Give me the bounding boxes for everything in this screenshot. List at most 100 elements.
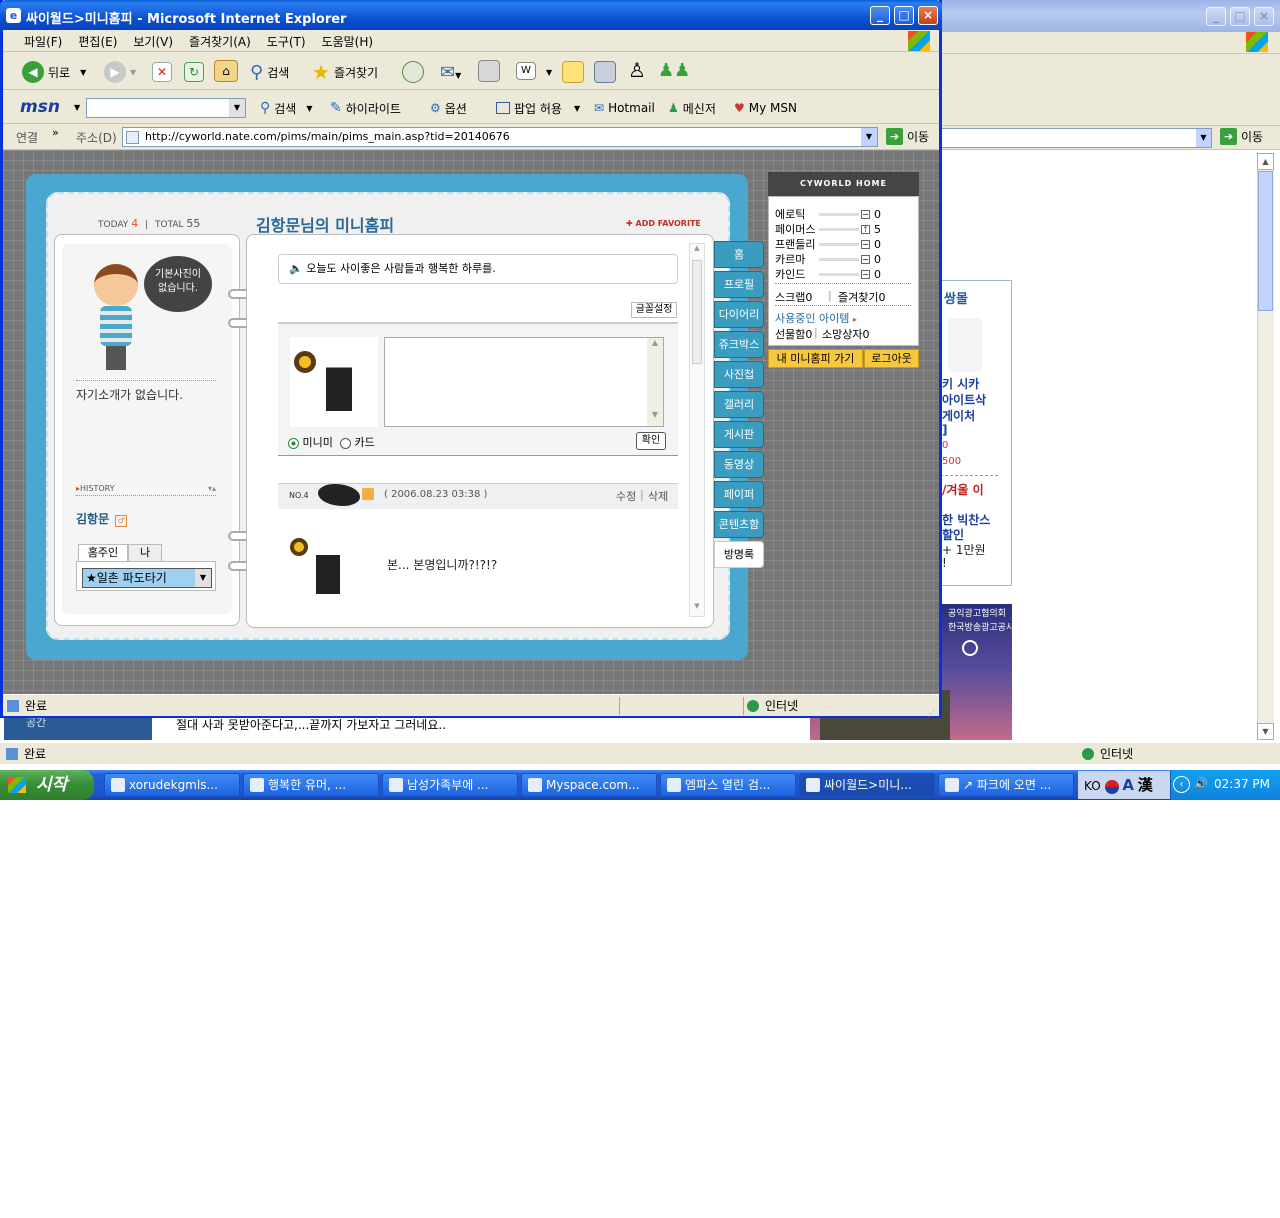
stop-icon[interactable]: ✕ bbox=[152, 62, 172, 82]
tray-chevron-icon[interactable]: ‹ bbox=[1173, 776, 1190, 793]
menu-help[interactable]: 도움말(H) bbox=[322, 33, 374, 51]
menu-edit[interactable]: 편집(E) bbox=[78, 33, 117, 51]
go-button[interactable]: ➔ 이동 bbox=[886, 128, 929, 145]
bg-product-line-4[interactable]: ] bbox=[942, 423, 947, 437]
mail-icon[interactable]: ✉▼ bbox=[440, 62, 461, 83]
tab-video[interactable]: 동영상 bbox=[714, 451, 764, 478]
highlight-button[interactable]: ✎ 하이라이트 bbox=[330, 94, 401, 122]
right-scroll-up[interactable]: ▲ bbox=[690, 244, 704, 258]
ie-titlebar[interactable]: e 싸이월드>미니홈피 - Microsoft Internet Explore… bbox=[0, 0, 942, 32]
items-in-use-link[interactable]: 사용중인 아이템 ▸ bbox=[775, 310, 857, 326]
textarea-scroll-up[interactable]: ▲ bbox=[647, 338, 663, 354]
ime-a[interactable]: A bbox=[1122, 776, 1134, 794]
tab-guestbook[interactable]: 방명록 bbox=[714, 541, 764, 568]
popup-dropdown-icon[interactable]: ▼ bbox=[574, 104, 580, 113]
maximize-button[interactable]: □ bbox=[894, 6, 914, 25]
gifts-link[interactable]: 선물함0 bbox=[775, 326, 812, 342]
radio-card[interactable]: 카드 bbox=[340, 434, 375, 450]
note-icon[interactable] bbox=[562, 61, 584, 83]
tab-contents[interactable]: 콘텐츠함 bbox=[714, 511, 764, 538]
hotmail-button[interactable]: ✉ Hotmail bbox=[594, 94, 655, 122]
menu-tools[interactable]: 도구(T) bbox=[267, 33, 306, 51]
msn-logo[interactable]: msn bbox=[20, 97, 60, 117]
print-icon[interactable] bbox=[478, 60, 500, 82]
research-icon[interactable] bbox=[594, 61, 616, 83]
radio-minimi[interactable]: 미니미 bbox=[288, 434, 333, 450]
msn-dropdown-icon[interactable]: ▼ bbox=[74, 103, 80, 112]
bg-product-line-2[interactable]: 아이트삭 bbox=[942, 391, 986, 408]
msn-search-button[interactable]: ⚲ 검색 ▼ bbox=[260, 94, 313, 122]
right-page-scrollbar[interactable]: ▲ ▼ bbox=[689, 243, 705, 617]
favorites-button[interactable]: ★ 즐겨찾기 bbox=[312, 58, 378, 86]
ime-hanja[interactable]: 漢 bbox=[1138, 776, 1153, 794]
taskbar-item-7[interactable]: ↗ 파크에 오면 ... bbox=[938, 773, 1074, 797]
menu-view[interactable]: 보기(V) bbox=[133, 33, 173, 51]
close-button[interactable]: × bbox=[918, 6, 938, 25]
taskbar-item-2[interactable]: 행복한 유머, ... bbox=[243, 773, 379, 797]
msn-search-dropdown-icon[interactable]: ▼ bbox=[306, 104, 312, 113]
messenger-button[interactable]: ♟ 메신저 bbox=[668, 94, 716, 122]
entry-edit[interactable]: 수정 bbox=[616, 488, 636, 504]
right-scroll-thumb[interactable] bbox=[692, 260, 702, 364]
bg-product-line-3[interactable]: 게이처 bbox=[942, 407, 975, 424]
links-label[interactable]: 연결 bbox=[16, 129, 38, 146]
refresh-icon[interactable]: ↻ bbox=[184, 62, 204, 82]
go-my-homepage-button[interactable]: 내 미니홈피 가기 bbox=[768, 349, 863, 368]
entry-delete[interactable]: 삭제 bbox=[648, 488, 668, 504]
back-button[interactable]: ◀ 뒤로 ▼ bbox=[22, 58, 86, 86]
bg-close-button[interactable]: × bbox=[1254, 7, 1274, 26]
tab-me[interactable]: 나 bbox=[128, 544, 162, 562]
tab-photo[interactable]: 사진첩 bbox=[714, 361, 764, 388]
tab-profile[interactable]: 프로필 bbox=[714, 271, 764, 298]
wishes-link[interactable]: 소망상자0 bbox=[822, 326, 869, 342]
address-dropdown[interactable]: ▼ bbox=[861, 128, 877, 146]
history-icon[interactable] bbox=[402, 61, 424, 83]
volume-icon[interactable]: 🔊 bbox=[1194, 777, 1208, 790]
forward-button[interactable]: ▶ ▼ bbox=[104, 58, 136, 86]
taskbar-item-6[interactable]: 싸이월드>미니... bbox=[799, 773, 935, 797]
textarea-scrollbar[interactable]: ▲ ▼ bbox=[647, 338, 663, 426]
edit-dropdown-icon[interactable]: ▼ bbox=[546, 68, 552, 77]
forward-dropdown-icon[interactable]: ▼ bbox=[130, 68, 136, 77]
msn-search-dropdown[interactable]: ▼ bbox=[229, 99, 245, 117]
taskbar-item-4[interactable]: Myspace.com... bbox=[521, 773, 657, 797]
right-scroll-down[interactable]: ▼ bbox=[690, 602, 704, 616]
tab-board[interactable]: 게시판 bbox=[714, 421, 764, 448]
menu-file[interactable]: 파일(F) bbox=[24, 33, 62, 51]
home-icon[interactable]: ⌂ bbox=[214, 60, 238, 82]
scrap-link[interactable]: 스크랩0 bbox=[775, 289, 812, 305]
history-toggle-icon[interactable]: ▾▴ bbox=[208, 484, 216, 493]
bg-scroll-down-button[interactable]: ▼ bbox=[1257, 723, 1274, 740]
mymsn-button[interactable]: ♥ My MSN bbox=[734, 94, 797, 122]
edit-word-icon[interactable]: W bbox=[516, 62, 536, 80]
bg-go-button[interactable]: ➔ 이동 bbox=[1220, 128, 1263, 145]
bg-promo-head[interactable]: /겨울 이 bbox=[942, 481, 984, 498]
bg-minimize-button[interactable]: _ bbox=[1206, 7, 1226, 26]
textarea-scroll-down[interactable]: ▼ bbox=[647, 410, 663, 426]
bg-scroll-thumb[interactable] bbox=[1258, 171, 1273, 311]
tab-paper[interactable]: 페이퍼 bbox=[714, 481, 764, 508]
bg-product-line-1[interactable]: 키 시카 bbox=[942, 375, 979, 392]
taskbar-item-5[interactable]: 엠파스 열린 검... bbox=[660, 773, 796, 797]
messenger-person-icon[interactable]: ♙ bbox=[628, 58, 646, 82]
minimize-button[interactable]: _ bbox=[870, 6, 890, 25]
history-label[interactable]: ▸HISTORY ▾▴ bbox=[76, 484, 216, 496]
back-dropdown-icon[interactable]: ▼ bbox=[80, 68, 86, 77]
resize-grip-icon[interactable]: ⋰ bbox=[927, 703, 935, 725]
bg-maximize-button[interactable]: □ bbox=[1230, 7, 1250, 26]
tab-home[interactable]: 홈 bbox=[714, 241, 764, 268]
tab-diary[interactable]: 다이어리 bbox=[714, 301, 764, 328]
clock[interactable]: 02:37 PM bbox=[1214, 777, 1270, 791]
taskbar-item-3[interactable]: 남성가족부에 ... bbox=[382, 773, 518, 797]
owner-name[interactable]: 김항문 ♂ bbox=[76, 510, 128, 527]
cyworld-home-header[interactable]: CYWORLD HOME bbox=[768, 172, 919, 196]
menu-favorites[interactable]: 즐겨찾기(A) bbox=[189, 33, 251, 51]
mail-dropdown-icon[interactable]: ▼ bbox=[455, 71, 461, 80]
font-setting-button[interactable]: 글꼴설정 bbox=[631, 302, 677, 318]
bg-address-field[interactable] bbox=[940, 128, 1212, 148]
logout-button[interactable]: 로그아웃 bbox=[864, 349, 919, 368]
address-field[interactable]: http://cyworld.nate.com/pims/main/pims_m… bbox=[122, 127, 878, 147]
surfing-select[interactable]: ★일촌 파도타기 ▼ bbox=[82, 568, 212, 588]
start-button[interactable]: 시작 bbox=[0, 770, 94, 800]
add-favorite-link[interactable]: ✚ ADD FAVORITE bbox=[626, 219, 701, 228]
